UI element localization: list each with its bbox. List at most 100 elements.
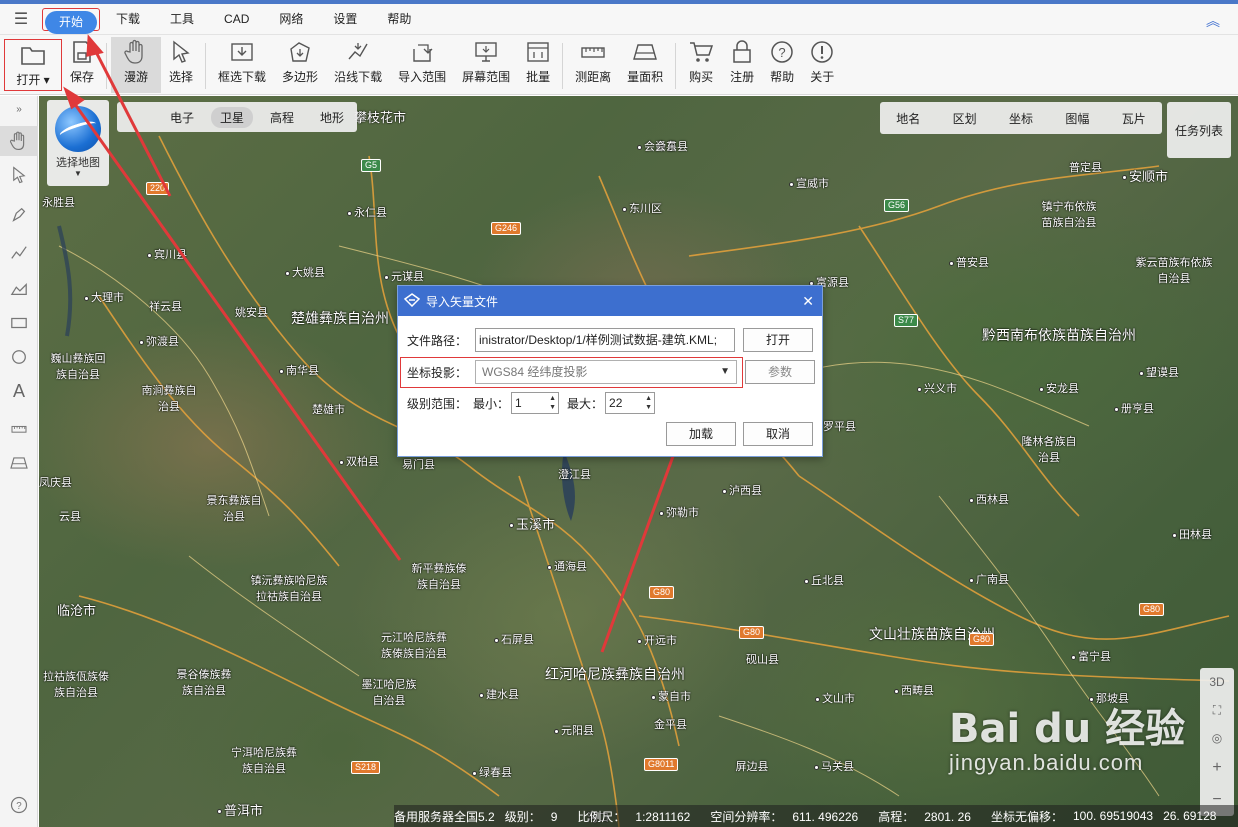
map-label: 西畴县 <box>894 682 934 698</box>
map-label: 开远市 <box>637 632 677 648</box>
map-label: 丘北县 <box>804 572 844 588</box>
baidu-jingyan-watermark: Bai du 经验 jingyan.baidu.com <box>949 696 1185 776</box>
menu-download[interactable]: 下载 <box>104 8 152 31</box>
layer-districts[interactable]: 区划 <box>953 110 977 127</box>
layer-sheets[interactable]: 图幅 <box>1065 110 1089 127</box>
road-shield: G80 <box>1139 603 1165 616</box>
area-draw-icon[interactable] <box>0 274 38 304</box>
measure-area-button[interactable]: 量面积 <box>619 37 671 93</box>
layer-tiles[interactable]: 瓦片 <box>1122 110 1146 127</box>
menu-tools[interactable]: 工具 <box>158 8 206 31</box>
chevron-down-icon: ▼ <box>720 366 730 377</box>
map-label: 元江哈尼族彝族傣族自治县 <box>381 632 447 660</box>
screen-range-label: 屏幕范围 <box>462 70 511 84</box>
pin-draw-icon[interactable] <box>0 200 38 230</box>
polyline-draw-icon[interactable] <box>0 238 38 268</box>
map-label: 弥勒市 <box>659 504 699 520</box>
load-button[interactable]: 加载 <box>666 422 736 446</box>
path-row: 文件路径： inistrator/Desktop/1/样例测试数据-建筑.KML… <box>407 328 813 352</box>
box-download-button[interactable]: 框选下载 <box>210 37 274 93</box>
min-level-stepper[interactable]: 1 ▲ ▼ <box>511 392 560 414</box>
map-canvas[interactable]: 攀枝花市 会泽县 安顺市 普定县 镇宁布依族苗族自治县 紫云苗族布依族自治县 普… <box>39 96 1238 827</box>
polygon-icon <box>288 37 312 67</box>
map-label: 马关县 <box>814 758 854 774</box>
pan-tool-icon[interactable] <box>0 126 38 156</box>
fullscreen-icon[interactable]: ⛶ <box>1213 703 1221 718</box>
line-download-button[interactable]: 沿线下载 <box>326 37 390 93</box>
status-latitude: 26. 69128 <box>1163 809 1217 823</box>
3d-toggle[interactable]: 3D <box>1209 675 1224 689</box>
map-label: 红河哈尼族彝族自治州 <box>545 666 685 682</box>
map-type-satellite[interactable]: 卫星 <box>210 106 253 128</box>
measure-distance-button[interactable]: 测距离 <box>567 37 619 93</box>
map-label: 安龙县 <box>1039 380 1079 396</box>
cancel-button[interactable]: 取消 <box>743 422 813 446</box>
menu-help[interactable]: 帮助 <box>375 8 423 31</box>
map-label: 金平县 <box>654 719 687 731</box>
collapse-ribbon-icon[interactable]: ︽ <box>1206 11 1220 31</box>
pan-label: 漫游 <box>124 70 149 84</box>
map-label: 宾川县 <box>147 246 187 262</box>
text-draw-icon[interactable]: A <box>0 376 38 406</box>
select-tool-icon[interactable] <box>0 160 38 190</box>
import-range-button[interactable]: 导入范围 <box>390 37 454 93</box>
open-button[interactable]: 打开 ▾ <box>4 39 62 91</box>
file-path-input[interactable]: inistrator/Desktop/1/样例测试数据-建筑.KML; <box>475 328 735 352</box>
menu-settings[interactable]: 设置 <box>321 8 369 31</box>
menu-network[interactable]: 网络 <box>267 8 315 31</box>
map-label: 黔西南布依族苗族自治州 <box>982 327 1136 343</box>
map-label: 安顺市 <box>1122 166 1168 185</box>
layer-coordinates[interactable]: 坐标 <box>1009 110 1033 127</box>
batch-button[interactable]: 批量 <box>518 37 558 93</box>
ruler-tool-icon[interactable] <box>0 414 38 444</box>
menu-start[interactable]: 开始 <box>45 10 98 34</box>
map-label: 永仁县 <box>347 204 387 220</box>
help-button[interactable]: ? 帮助 <box>762 37 802 93</box>
status-elevation: 高程： 2801. 26 <box>878 809 971 824</box>
close-icon[interactable]: ✕ <box>802 293 814 310</box>
map-type-electronic[interactable]: 电子 <box>161 107 203 128</box>
chevron-down-icon: ▼ <box>74 169 82 178</box>
register-button[interactable]: 注册 <box>722 37 762 93</box>
road-shield: G246 <box>491 222 522 235</box>
polygon-button[interactable]: 多边形 <box>274 37 326 93</box>
road-shield: G8011 <box>644 758 679 771</box>
save-button[interactable]: 保存 <box>62 37 102 93</box>
select-map-button[interactable]: 选择地图 ▼ <box>47 100 109 186</box>
stepper-arrows-icon[interactable]: ▲ ▼ <box>645 394 652 412</box>
help-circle-icon[interactable]: ? <box>0 790 38 820</box>
screen-range-button[interactable]: 屏幕范围 <box>454 37 518 93</box>
menu-cad[interactable]: CAD <box>212 8 261 31</box>
select-button[interactable]: 选择 <box>161 37 201 93</box>
zoom-in-button[interactable]: + <box>1212 759 1221 777</box>
parameters-button[interactable]: 参数 <box>745 360 815 384</box>
map-type-terrain[interactable]: 地形 <box>311 107 353 128</box>
area-tool-icon[interactable] <box>0 448 38 478</box>
map-label: 祥云县 <box>149 301 182 313</box>
toolbar: 打开 ▾ 保存 漫游 选择 框选下载 多边形 沿线下载 导入范围 屏幕范围 批量… <box>0 35 1238 95</box>
svg-text:?: ? <box>16 801 22 812</box>
pan-button[interactable]: 漫游 <box>111 37 162 93</box>
projection-select[interactable]: WGS84 经纬度投影 ▼ <box>475 360 737 384</box>
expand-panel-icon[interactable]: » <box>0 98 38 120</box>
map-label: 石屏县 <box>494 631 534 647</box>
status-longitude: 100. 69519043 <box>1072 809 1154 823</box>
rectangle-draw-icon[interactable] <box>0 308 38 338</box>
map-type-elevation[interactable]: 高程 <box>261 107 303 128</box>
stepper-arrows-icon[interactable]: ▲ ▼ <box>549 394 556 412</box>
buy-button[interactable]: 购买 <box>680 37 722 93</box>
hamburger-menu-icon[interactable]: ☰ <box>0 9 42 29</box>
task-list-button[interactable]: 任务列表 <box>1167 102 1231 158</box>
svg-text:?: ? <box>779 45 786 60</box>
left-toolstrip: » A ? <box>0 96 38 827</box>
layer-place-names[interactable]: 地名 <box>896 110 920 127</box>
open-file-button[interactable]: 打开 <box>743 328 813 352</box>
map-label: 砚山县 <box>746 654 779 666</box>
compass-icon[interactable]: ◎ <box>1212 731 1222 745</box>
projection-row: 坐标投影： WGS84 经纬度投影 ▼ 参数 <box>407 360 815 384</box>
map-label: 楚雄彝族自治州 <box>291 310 389 326</box>
level-range-label: 级别范围： <box>407 396 468 411</box>
circle-draw-icon[interactable] <box>0 342 38 372</box>
about-button[interactable]: 关于 <box>802 37 842 93</box>
max-level-stepper[interactable]: 22 ▲ ▼ <box>605 392 656 414</box>
